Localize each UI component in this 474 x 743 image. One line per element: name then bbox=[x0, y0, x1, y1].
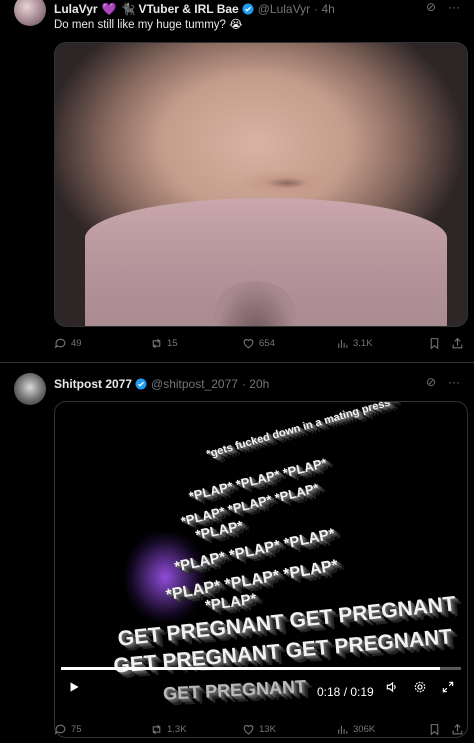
tweet-image[interactable] bbox=[54, 42, 468, 327]
views-icon bbox=[338, 725, 348, 734]
share-button[interactable] bbox=[451, 723, 464, 736]
fullscreen-button[interactable] bbox=[441, 680, 455, 697]
action-bar: 75 1.3K 13K 306K bbox=[54, 723, 466, 741]
views-count: 3.1K bbox=[353, 338, 373, 349]
tweet[interactable]: Shitpost 2077 @shitpost_2077 · 20h ⊘ ···… bbox=[0, 362, 474, 743]
avatar[interactable] bbox=[14, 0, 46, 26]
volume-icon bbox=[386, 681, 396, 693]
like-icon bbox=[243, 725, 254, 735]
timestamp[interactable]: · 20h bbox=[242, 377, 269, 391]
reply-button[interactable]: 75 bbox=[54, 723, 82, 736]
views-button[interactable]: 306K bbox=[336, 723, 375, 736]
video-frame: *gets fucked down in a mating press* *PL… bbox=[55, 402, 467, 737]
grok-icon[interactable]: ⊘ bbox=[426, 375, 436, 389]
settings-button[interactable] bbox=[413, 680, 427, 697]
fullscreen-icon bbox=[442, 681, 454, 693]
tweet-header: Shitpost 2077 @shitpost_2077 · 20h ⊘ ··· bbox=[54, 375, 460, 393]
action-bar: 49 15 654 3.1K bbox=[54, 337, 466, 355]
bookmark-icon bbox=[430, 338, 439, 350]
video-progress-bar[interactable] bbox=[61, 667, 461, 670]
repost-icon bbox=[152, 724, 161, 735]
avatar[interactable] bbox=[14, 373, 46, 405]
display-name[interactable]: Shitpost 2077 bbox=[54, 377, 132, 391]
video-caption: GET PREGNANT bbox=[162, 676, 307, 704]
like-icon bbox=[243, 339, 254, 349]
repost-count: 15 bbox=[167, 338, 178, 349]
verified-badge-icon bbox=[242, 3, 254, 15]
video-progress-fill bbox=[61, 667, 440, 670]
more-icon[interactable]: ··· bbox=[448, 375, 460, 389]
tweet-header: LulaVyr 💜 🐈‍⬛ VTuber & IRL Bae @LulaVyr … bbox=[54, 0, 460, 18]
share-button[interactable] bbox=[451, 337, 464, 350]
display-name-suffix[interactable]: VTuber & IRL Bae bbox=[138, 2, 238, 16]
video-glow bbox=[125, 532, 205, 622]
like-count: 654 bbox=[259, 338, 275, 349]
like-button[interactable]: 654 bbox=[242, 337, 275, 350]
settings-icon bbox=[414, 681, 426, 693]
play-button[interactable] bbox=[67, 680, 81, 697]
reply-icon bbox=[54, 724, 66, 735]
views-button[interactable]: 3.1K bbox=[336, 337, 373, 350]
reply-button[interactable]: 49 bbox=[54, 337, 82, 350]
black-cat-emoji: 🐈‍⬛ bbox=[120, 2, 136, 16]
video-caption: *gets fucked down in a mating press* bbox=[205, 401, 396, 461]
purple-heart-emoji: 💜 bbox=[101, 2, 117, 16]
like-button[interactable]: 13K bbox=[242, 723, 276, 736]
handle[interactable]: @LulaVyr bbox=[258, 2, 310, 16]
video-time: 0:18 / 0:19 bbox=[317, 685, 374, 699]
views-count: 306K bbox=[353, 724, 376, 735]
repost-count: 1.3K bbox=[167, 724, 187, 735]
timestamp[interactable]: · 4h bbox=[314, 2, 335, 16]
volume-button[interactable] bbox=[385, 680, 399, 697]
play-icon bbox=[70, 682, 79, 692]
tweet[interactable]: LulaVyr 💜 🐈‍⬛ VTuber & IRL Bae @LulaVyr … bbox=[0, 0, 474, 362]
reply-count: 49 bbox=[71, 338, 82, 349]
bookmark-button[interactable] bbox=[428, 337, 441, 350]
share-icon bbox=[452, 723, 463, 735]
verified-badge-icon bbox=[135, 378, 147, 390]
handle[interactable]: @shitpost_2077 bbox=[151, 377, 238, 391]
views-icon bbox=[338, 339, 348, 348]
reply-count: 75 bbox=[71, 724, 82, 735]
reply-icon bbox=[54, 338, 66, 349]
video-player[interactable]: *gets fucked down in a mating press* *PL… bbox=[54, 401, 468, 738]
grok-icon[interactable]: ⊘ bbox=[426, 0, 436, 14]
display-name[interactable]: LulaVyr bbox=[54, 2, 98, 16]
more-icon[interactable]: ··· bbox=[448, 0, 460, 14]
share-icon bbox=[452, 337, 463, 349]
bookmark-button[interactable] bbox=[428, 723, 441, 736]
tweet-text: Do men still like my huge tummy? 😭 bbox=[54, 19, 243, 31]
repost-button[interactable]: 15 bbox=[150, 337, 178, 350]
repost-button[interactable]: 1.3K bbox=[150, 723, 187, 736]
repost-icon bbox=[152, 338, 161, 349]
like-count: 13K bbox=[259, 724, 276, 735]
bookmark-icon bbox=[430, 724, 439, 736]
